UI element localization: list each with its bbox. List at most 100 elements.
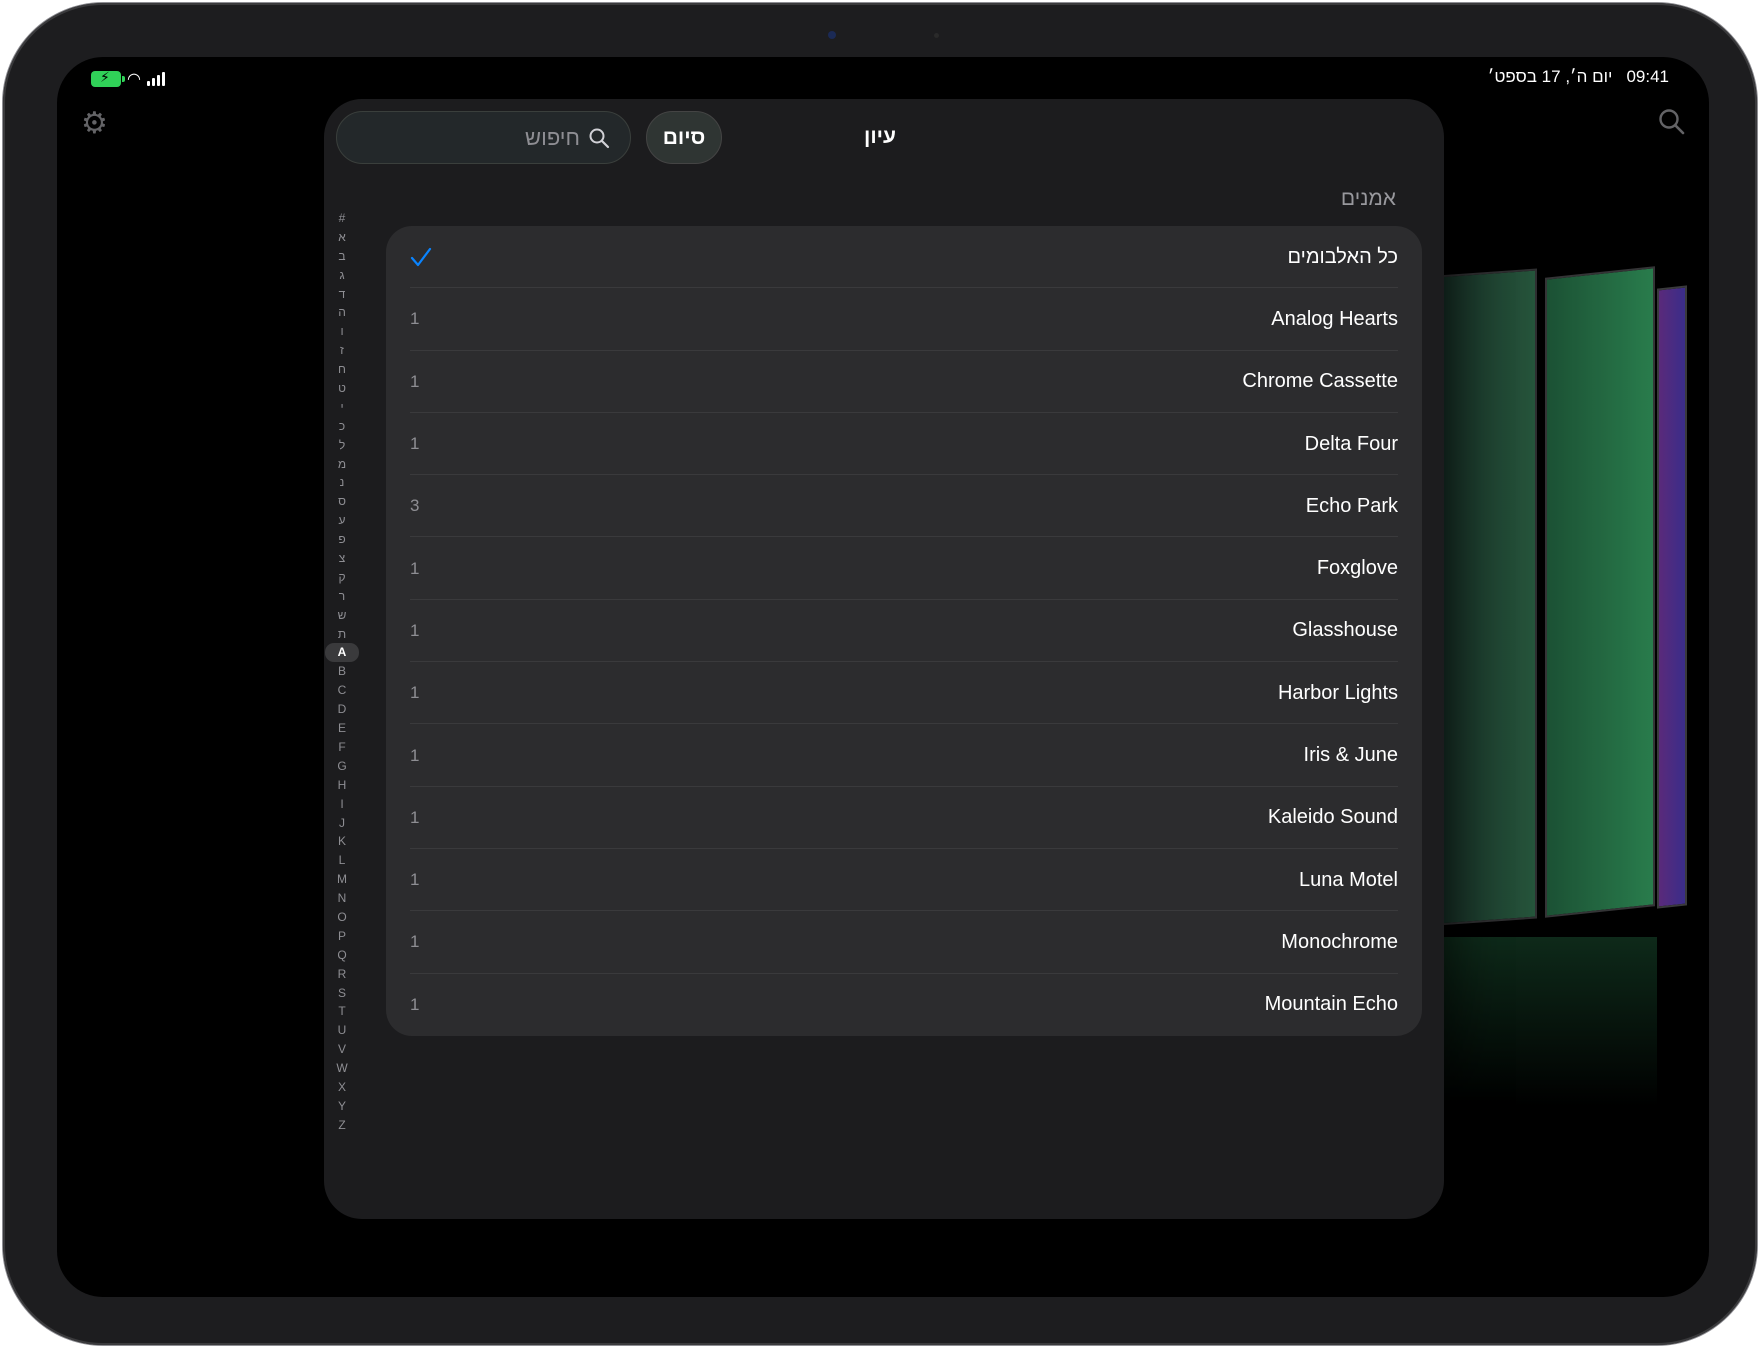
album-cover [1657,285,1687,909]
index-letter[interactable]: H [325,776,359,795]
album-cover [1545,266,1655,918]
index-letter[interactable]: N [325,889,359,908]
index-letter[interactable]: ט [325,379,359,398]
index-letter[interactable]: L [325,851,359,870]
album-count: 1 [410,994,420,1014]
artist-row[interactable]: 1 Glasshouse [386,600,1422,663]
checkmark-icon [410,246,432,268]
artist-row[interactable]: 1 Monochrome [386,911,1422,974]
index-letter[interactable]: נ [325,473,359,492]
index-letter[interactable]: ז [325,341,359,360]
artist-name: Mountain Echo [1264,993,1398,1016]
index-letter[interactable]: M [325,870,359,889]
album-count: 1 [410,932,420,952]
search-input[interactable]: חיפוש [336,111,631,164]
artist-row[interactable]: 1 Harbor Lights [386,662,1422,725]
status-indicators: ⚡ ◠ [91,69,165,89]
status-clock: 09:41 יום ה׳, 17 בספט׳ [1488,67,1669,87]
index-letter[interactable]: ה [325,303,359,322]
album-count: 1 [410,870,420,890]
index-letter[interactable]: ד [325,285,359,304]
index-letter[interactable]: Z [325,1116,359,1135]
index-letter[interactable]: C [325,681,359,700]
index-letter[interactable]: ל [325,436,359,455]
index-letter[interactable]: R [325,965,359,984]
index-letter[interactable]: ס [325,492,359,511]
section-header: אמנים [1340,187,1396,210]
camera-sensor [934,33,939,38]
artist-name: Harbor Lights [1277,681,1398,704]
index-letter[interactable]: V [325,1040,359,1059]
index-letter[interactable]: ת [325,625,359,644]
artist-name: Glasshouse [1292,619,1398,642]
index-letter[interactable]: ש [325,606,359,625]
artist-name: Delta Four [1304,432,1398,455]
search-placeholder: חיפוש [525,124,580,150]
index-letter[interactable]: P [325,927,359,946]
index-letter[interactable]: D [325,700,359,719]
search-icon [589,128,610,148]
done-button[interactable]: סיום [646,111,722,164]
artist-row[interactable]: 3 Echo Park [386,475,1422,538]
index-letter[interactable]: ח [325,360,359,379]
status-date: יום ה׳, 17 בספט׳ [1487,67,1613,86]
index-letter[interactable]: B [325,662,359,681]
cover-reflection [1437,937,1657,1107]
all-albums-row[interactable]: כל האלבומים [386,226,1422,289]
cellular-signal-icon [146,72,165,86]
album-count: 1 [410,371,420,391]
index-letter[interactable]: ו [325,322,359,341]
index-letter[interactable]: G [325,757,359,776]
ipad-frame: ⚡ ◠ 09:41 יום ה׳, 17 בספט׳ ⚙ חיפוש סיום … [3,3,1757,1345]
index-letter[interactable]: ק [325,568,359,587]
artist-row[interactable]: 1 Chrome Cassette [386,351,1422,414]
index-letter[interactable]: א [325,228,359,247]
index-letter[interactable]: W [325,1059,359,1078]
artist-row[interactable]: 1 Mountain Echo [386,974,1422,1036]
index-letter[interactable]: X [325,1078,359,1097]
index-letter[interactable]: T [325,1002,359,1021]
index-letter[interactable]: ב [325,247,359,266]
artist-row[interactable]: 1 Delta Four [386,413,1422,476]
gear-icon[interactable]: ⚙ [81,109,111,139]
artist-row[interactable]: 1 Analog Hearts [386,288,1422,351]
index-letter[interactable]: פ [325,530,359,549]
artist-row[interactable]: 1 Kaleido Sound [386,787,1422,850]
artist-row[interactable]: 1 Foxglove [386,537,1422,601]
index-letter[interactable]: י [325,398,359,417]
index-letter[interactable]: S [325,984,359,1003]
album-count: 1 [410,309,420,329]
index-letter[interactable]: Q [325,946,359,965]
album-count: 1 [410,620,420,640]
index-letter[interactable]: Y [325,1097,359,1116]
index-letter[interactable]: O [325,908,359,927]
section-index[interactable]: # א ב ג ד ה ו ז ח ט י כ ל מ נ ס ע פ צ ק ר ש ת A B C D E F G H I J K L M N O P Q… [325,209,359,1135]
status-time: 09:41 [1626,67,1669,86]
artist-list: כל האלבומים 1 Analog Hearts 1 Chrome Cassett… [386,226,1422,1036]
album-count: 1 [410,807,420,827]
index-letter[interactable]: צ [325,549,359,568]
index-letter[interactable]: J [325,814,359,833]
index-letter[interactable]: ר [325,587,359,606]
artist-row[interactable]: 1 Iris & June [386,724,1422,787]
index-letter[interactable]: מ [325,455,359,474]
artist-name: Analog Hearts [1271,307,1398,330]
index-letter[interactable]: E [325,719,359,738]
screen: ⚡ ◠ 09:41 יום ה׳, 17 בספט׳ ⚙ חיפוש סיום … [57,57,1709,1297]
index-letter[interactable]: כ [325,417,359,436]
artist-row[interactable]: 1 Luna Motel [386,849,1422,912]
magnifier-icon[interactable] [1657,107,1687,137]
artist-name: Iris & June [1303,744,1398,767]
index-letter[interactable]: I [325,795,359,814]
album-count: 1 [410,558,420,578]
wifi-icon: ◠ [127,71,141,88]
album-cover [1437,268,1537,926]
index-letter[interactable]: F [325,738,359,757]
index-letter[interactable]: ג [325,266,359,285]
index-letter[interactable]: ע [325,511,359,530]
index-letter[interactable]: # [325,209,359,228]
album-count: 1 [410,745,420,765]
index-letter[interactable]: A [325,643,359,663]
index-letter[interactable]: U [325,1021,359,1040]
index-letter[interactable]: K [325,832,359,851]
